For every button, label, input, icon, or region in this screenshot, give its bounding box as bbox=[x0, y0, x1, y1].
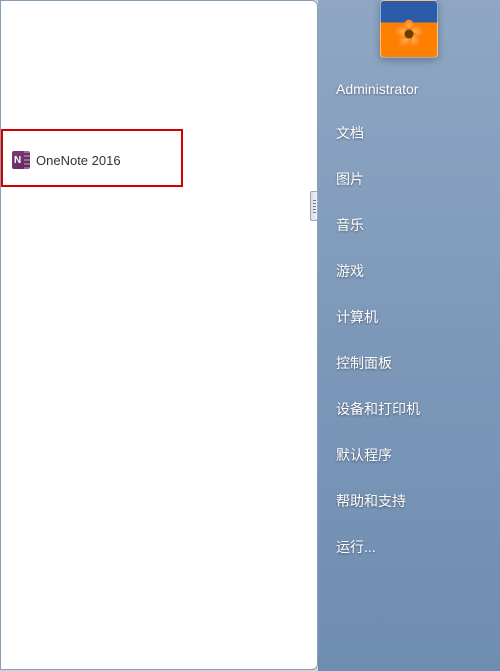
right-menu-links: Administrator 文档 图片 音乐 游戏 计算机 控制面板 设备和打印… bbox=[318, 68, 500, 570]
start-menu-left-panel: OneNote 2016 bbox=[0, 0, 318, 670]
start-menu: OneNote 2016 Administrator 文档 图片 音乐 游戏 计… bbox=[0, 0, 500, 671]
program-label: OneNote 2016 bbox=[36, 153, 121, 168]
menu-link-music[interactable]: 音乐 bbox=[336, 202, 500, 248]
program-item-onenote[interactable]: OneNote 2016 bbox=[12, 146, 167, 174]
onenote-icon bbox=[12, 151, 30, 169]
menu-link-default-programs[interactable]: 默认程序 bbox=[336, 432, 500, 478]
menu-link-pictures[interactable]: 图片 bbox=[336, 156, 500, 202]
menu-link-help-support[interactable]: 帮助和支持 bbox=[336, 478, 500, 524]
menu-link-user[interactable]: Administrator bbox=[336, 68, 500, 110]
menu-link-games[interactable]: 游戏 bbox=[336, 248, 500, 294]
flower-icon bbox=[394, 19, 424, 49]
menu-link-control-panel[interactable]: 控制面板 bbox=[336, 340, 500, 386]
menu-link-computer[interactable]: 计算机 bbox=[336, 294, 500, 340]
menu-link-documents[interactable]: 文档 bbox=[336, 110, 500, 156]
resize-grip[interactable] bbox=[310, 191, 318, 221]
start-menu-right-panel: Administrator 文档 图片 音乐 游戏 计算机 控制面板 设备和打印… bbox=[318, 0, 500, 671]
menu-link-devices-printers[interactable]: 设备和打印机 bbox=[336, 386, 500, 432]
menu-link-run[interactable]: 运行... bbox=[336, 524, 500, 570]
user-avatar[interactable] bbox=[380, 0, 438, 58]
